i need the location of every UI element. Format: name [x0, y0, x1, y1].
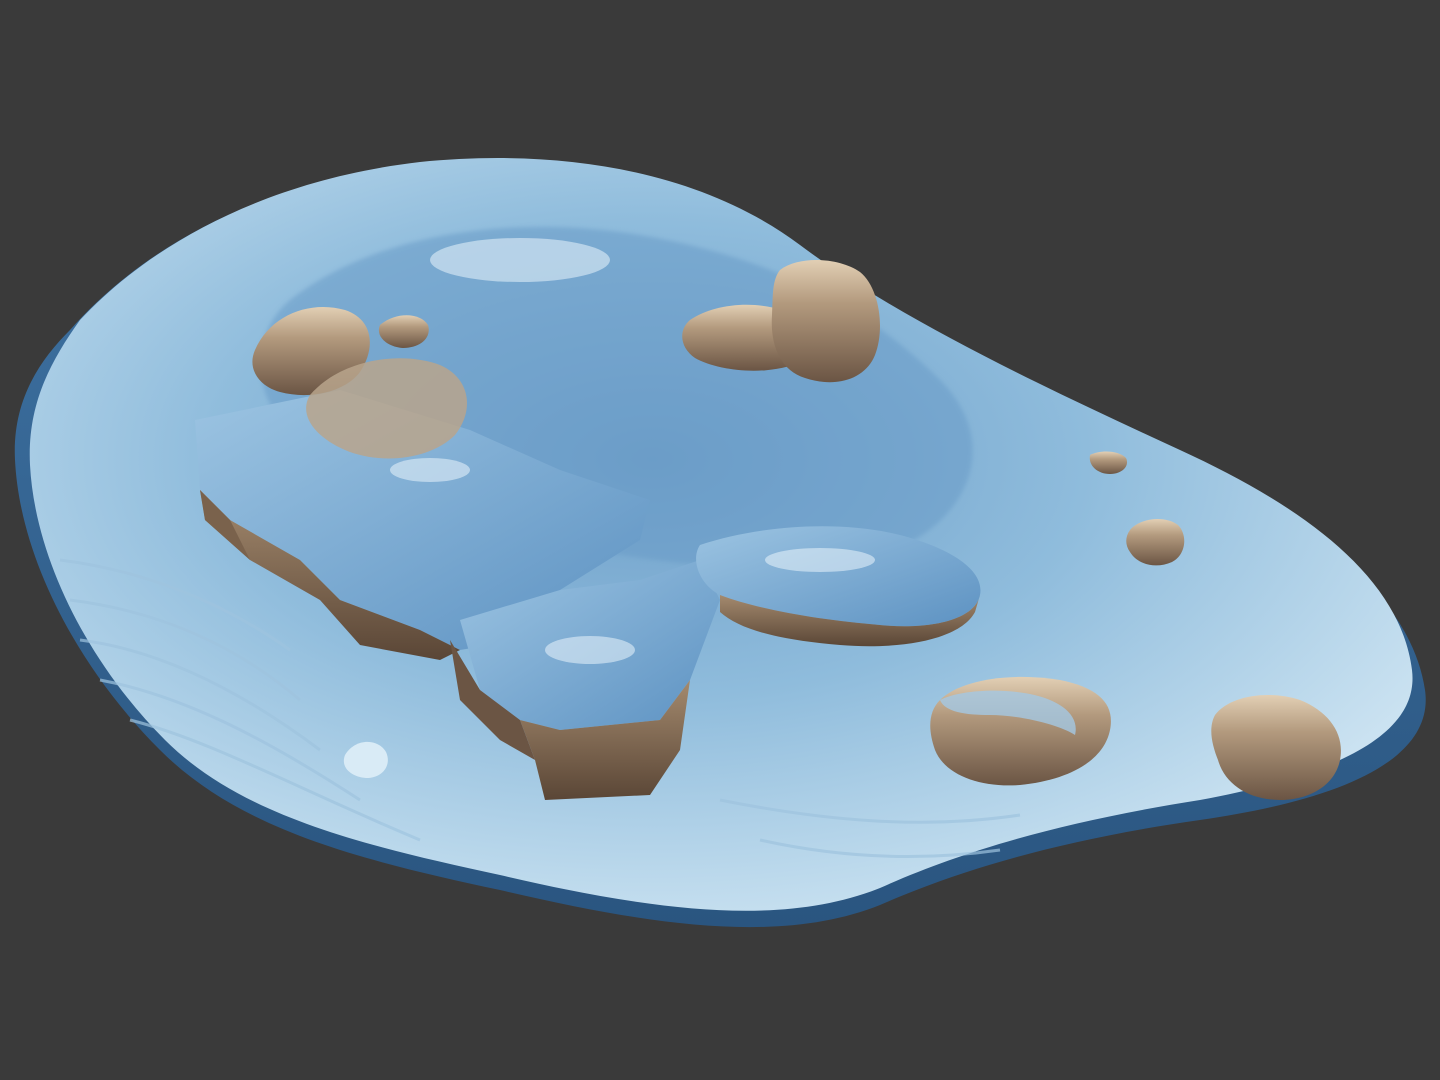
- seabed-mesh-render: [14, 158, 1426, 928]
- 3d-viewport[interactable]: [0, 0, 1440, 1080]
